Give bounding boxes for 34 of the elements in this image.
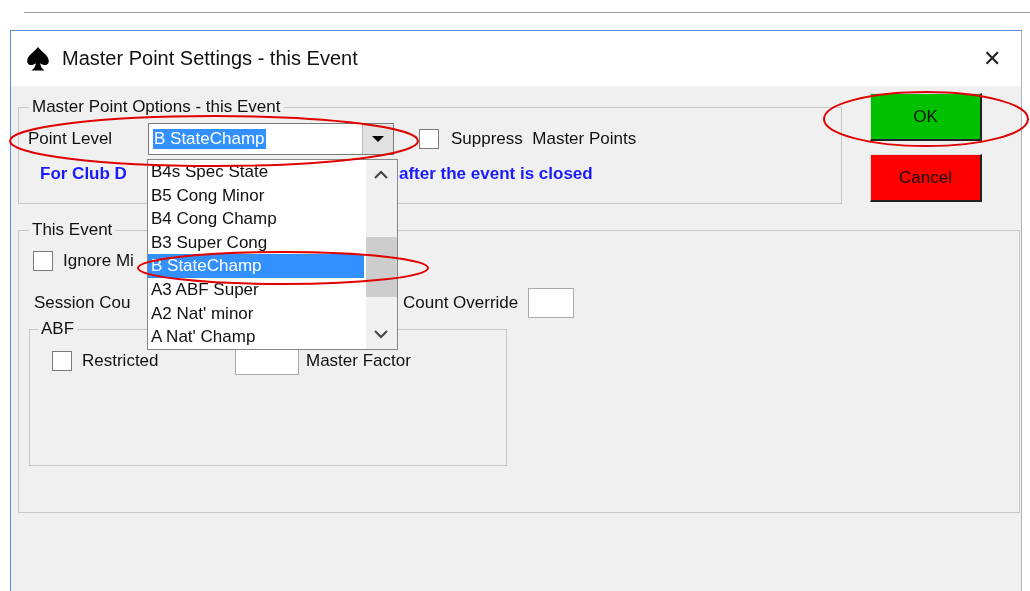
group-title: ABF bbox=[40, 320, 76, 338]
dropdown-option[interactable]: A2 Nat' minor bbox=[148, 301, 366, 326]
cancel-button[interactable]: Cancel bbox=[870, 154, 982, 202]
count-override-field[interactable] bbox=[528, 288, 575, 318]
dropdown-option[interactable]: B4 Cong Champ bbox=[148, 207, 366, 231]
note-text: after the event is closed bbox=[399, 164, 593, 184]
ignore-label: Ignore Mi bbox=[63, 251, 135, 271]
spade-icon bbox=[25, 45, 51, 72]
chevron-up-icon[interactable] bbox=[374, 170, 388, 179]
scrollbar-thumb[interactable] bbox=[366, 237, 397, 297]
suppress-label: Suppress Master Points bbox=[451, 129, 637, 149]
ok-button[interactable]: OK bbox=[870, 93, 982, 141]
group-title: Master Point Options - this Event bbox=[31, 98, 282, 116]
point-level-label: Point Level bbox=[28, 129, 114, 149]
restricted-label: Restricted bbox=[82, 351, 160, 371]
count-override-label: Count Override bbox=[403, 293, 519, 313]
window-title: Master Point Settings - this Event bbox=[62, 47, 358, 70]
group-title: This Event bbox=[31, 221, 114, 239]
dropdown-option[interactable]: A Nat' Champ bbox=[148, 325, 366, 349]
caret-icon bbox=[371, 135, 385, 143]
dropdown-option[interactable]: B5 Cong Minor bbox=[148, 183, 366, 208]
checkbox[interactable] bbox=[33, 251, 53, 271]
dropdown-option[interactable]: B3 Super Cong bbox=[148, 230, 366, 255]
note-text: For Club D bbox=[40, 164, 128, 184]
checkbox[interactable] bbox=[52, 351, 72, 371]
chevron-down-icon[interactable] bbox=[374, 330, 388, 339]
session-count-label: Session Cou bbox=[34, 293, 132, 313]
close-button[interactable]: ✕ bbox=[983, 47, 1001, 70]
checkbox[interactable] bbox=[419, 129, 439, 149]
dropdown-value: B StateChamp bbox=[153, 129, 266, 149]
dropdown-button[interactable] bbox=[362, 124, 393, 154]
master-factor-label: Master Factor bbox=[306, 351, 411, 371]
dropdown-option[interactable]: A3 ABF Super bbox=[148, 277, 366, 302]
scrollbar[interactable] bbox=[366, 160, 397, 349]
